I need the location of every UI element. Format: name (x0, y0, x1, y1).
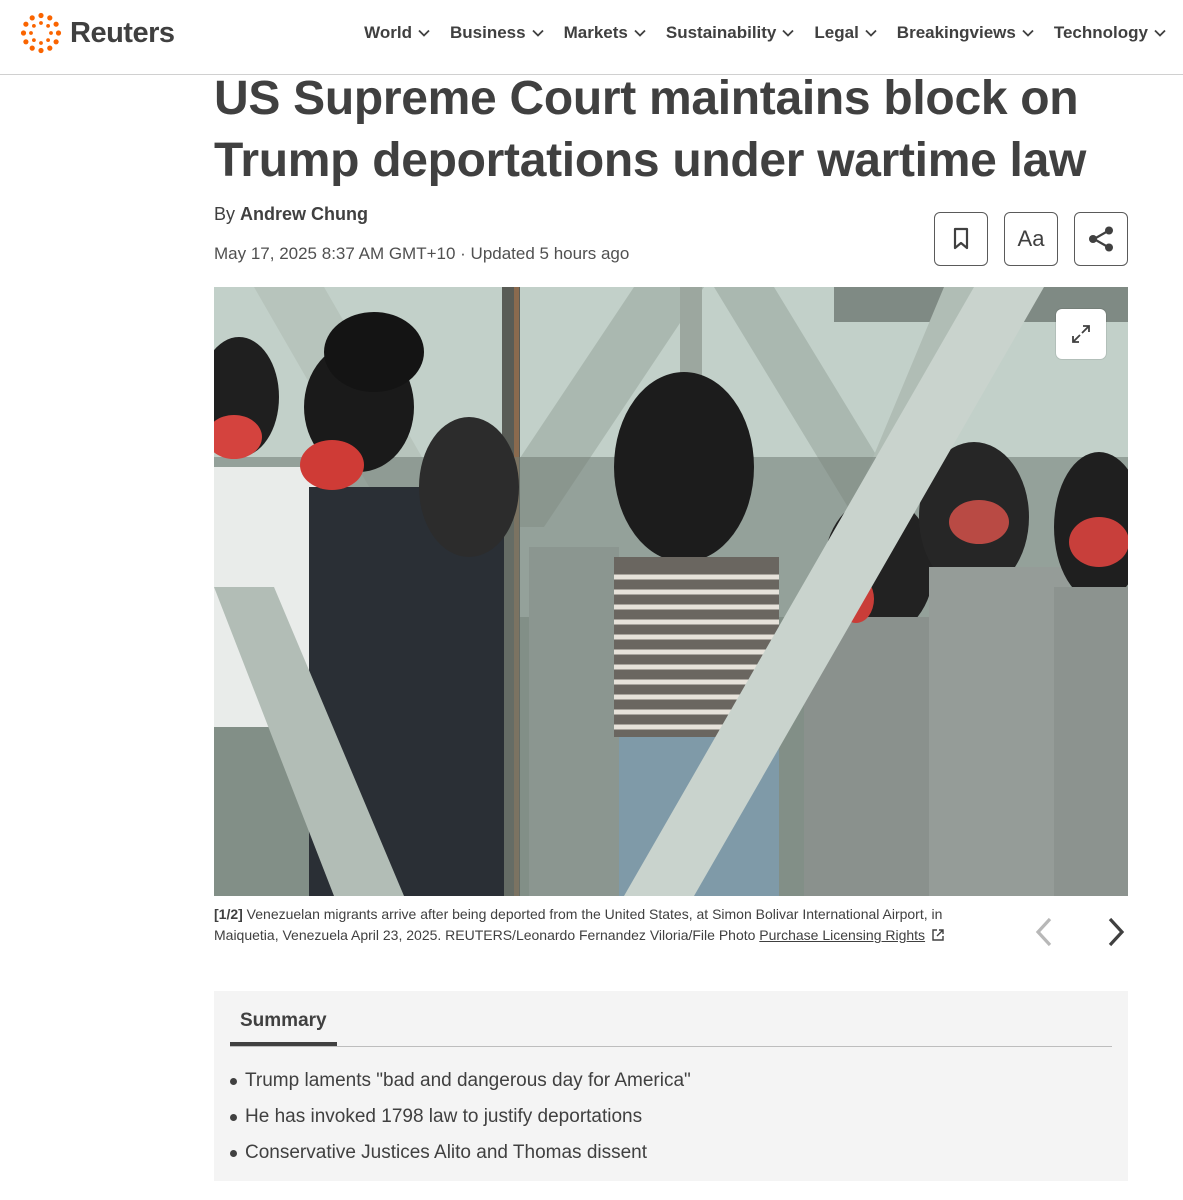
lead-photo[interactable] (214, 287, 1128, 896)
bookmark-button[interactable] (934, 212, 988, 266)
text-size-label: Aa (1017, 226, 1045, 251)
chevron-down-icon (782, 29, 795, 37)
gallery-navigation (1026, 912, 1134, 952)
site-header: Reuters World Business Markets Sustainab… (0, 0, 1183, 75)
summary-item-text: Trump laments "bad and dangerous day for… (245, 1070, 691, 1091)
summary-item: Trump laments "bad and dangerous day for… (230, 1063, 691, 1099)
chevron-down-icon (531, 29, 544, 37)
chevron-down-icon (418, 29, 430, 37)
nav-item-breakingviews[interactable]: Breakingviews (897, 20, 1035, 46)
caption-index: [1/2] (214, 906, 243, 922)
nav-item-label: Sustainability (665, 23, 777, 42)
chevron-down-icon (634, 29, 646, 37)
external-link-icon[interactable] (931, 928, 945, 942)
nav-item-technology[interactable]: Technology (1054, 20, 1167, 46)
chevron-right-icon (1108, 917, 1125, 947)
bullet-icon (230, 1077, 237, 1085)
photo-caption: [1/2] Venezuelan migrants arrive after b… (214, 904, 1004, 946)
purchase-licensing-link[interactable]: Purchase Licensing Rights (759, 927, 925, 943)
summary-item: Conservative Justices Alito and Thomas d… (230, 1135, 691, 1171)
nav-item-business[interactable]: Business (450, 20, 545, 46)
nav-item-sustainability[interactable]: Sustainability (666, 20, 796, 46)
nav-item-markets[interactable]: Markets (564, 20, 647, 46)
nav-item-world[interactable]: World (364, 20, 431, 46)
photo-image (214, 287, 1128, 896)
nav-item-label: Markets (563, 23, 628, 42)
main-nav: World Business Markets Sustainability Le… (364, 20, 1167, 46)
chevron-down-icon (1022, 29, 1034, 37)
bookmark-icon (953, 227, 969, 250)
reuters-logo-icon (20, 12, 62, 54)
chevron-left-icon (1035, 917, 1052, 947)
nav-item-label: Legal (814, 23, 859, 42)
bullet-icon (230, 1113, 237, 1121)
nav-item-label: Technology (1053, 23, 1148, 42)
summary-list: Trump laments "bad and dangerous day for… (230, 1063, 691, 1171)
reuters-logo[interactable]: Reuters (20, 12, 175, 54)
chevron-down-icon (1154, 29, 1166, 37)
byline: By Andrew Chung (214, 204, 368, 225)
nav-item-label: World (364, 23, 412, 42)
summary-item-text: He has invoked 1798 law to justify depor… (245, 1106, 643, 1127)
article-tools: Aa (934, 212, 1128, 266)
article-dateline: May 17, 2025 8:37 AM GMT+10 · Updated 5 … (214, 244, 630, 263)
text-size-button[interactable]: Aa (1004, 212, 1058, 266)
nav-item-label: Business (450, 23, 526, 42)
bullet-icon (230, 1149, 237, 1157)
nav-item-label: Breakingviews (896, 23, 1016, 42)
summary-item-text: Conservative Justices Alito and Thomas d… (245, 1142, 648, 1163)
share-icon (1089, 226, 1113, 252)
article-headline: US Supreme Court maintains block on Trum… (214, 72, 1086, 187)
chevron-down-icon (865, 29, 877, 37)
author-link[interactable]: Andrew Chung (240, 204, 368, 224)
summary-divider (230, 1046, 1112, 1047)
byline-prefix: By (214, 204, 241, 224)
summary-item: He has invoked 1798 law to justify depor… (230, 1099, 691, 1135)
tab-summary[interactable]: Summary (230, 1010, 337, 1046)
reuters-wordmark: Reuters (70, 16, 175, 49)
next-photo-button[interactable] (1098, 912, 1134, 952)
previous-photo-button[interactable] (1026, 912, 1062, 952)
expand-photo-button[interactable] (1056, 309, 1106, 359)
nav-item-legal[interactable]: Legal (814, 20, 877, 46)
expand-icon (1072, 325, 1090, 343)
share-button[interactable] (1074, 212, 1128, 266)
article-summary: Summary Trump laments "bad and dangerous… (214, 991, 1128, 1181)
